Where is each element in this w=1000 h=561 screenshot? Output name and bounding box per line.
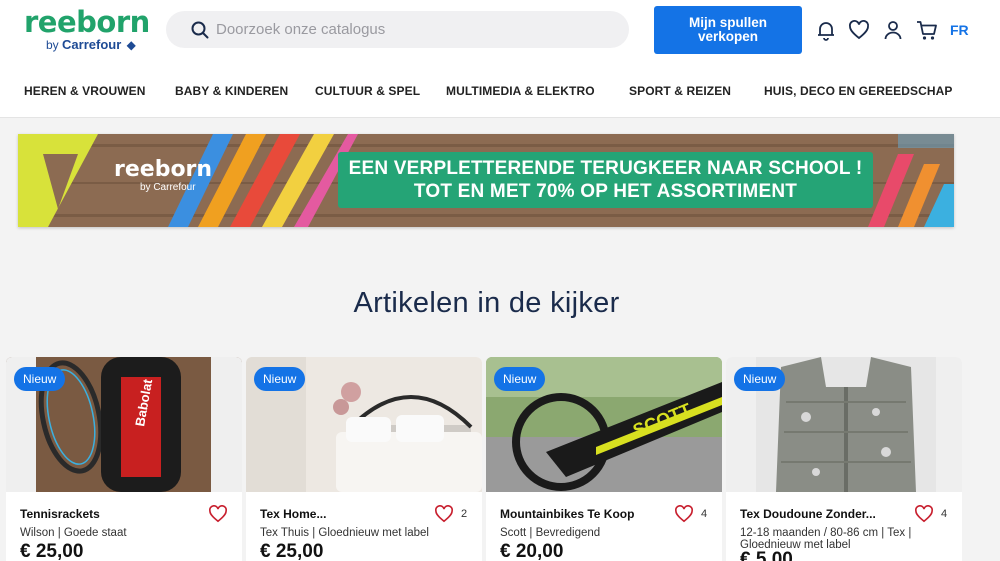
cart-icon[interactable] — [916, 19, 938, 41]
new-badge: Nieuw — [14, 367, 66, 391]
favorite-control[interactable] — [208, 504, 235, 524]
banner-logo-byline: by Carrefour — [140, 182, 196, 193]
product-price: € 25,00 — [260, 541, 324, 561]
heart-icon[interactable] — [848, 19, 870, 41]
bell-icon[interactable] — [815, 19, 837, 41]
new-badge: Nieuw — [734, 367, 786, 391]
product-card[interactable]: Nieuw Tex Doudoune Zonder... 12-18 maand… — [726, 357, 962, 561]
search-input[interactable] — [216, 17, 606, 42]
promo-banner[interactable]: reeborn by Carrefour EEN VERPLETTERENDE … — [18, 134, 954, 227]
logo-brand: Carrefour — [62, 37, 122, 52]
product-title[interactable]: Tennisrackets — [20, 507, 100, 521]
category-nav: HEREN & VROUWEN BABY & KINDEREN CULTUUR … — [0, 84, 1000, 104]
nav-item-multimedia-elektro[interactable]: MULTIMEDIA & ELEKTRO — [446, 84, 595, 98]
heart-icon[interactable] — [914, 505, 934, 523]
new-badge: Nieuw — [254, 367, 306, 391]
heart-icon[interactable] — [674, 505, 694, 523]
nav-item-heren-vrouwen[interactable]: HEREN & VROUWEN — [24, 84, 146, 98]
banner-headline: EEN VERPLETTERENDE TERUGKEER NAAR SCHOOL… — [338, 152, 873, 208]
nav-item-cultuur-spel[interactable]: CULTUUR & SPEL — [315, 84, 420, 98]
heart-icon[interactable] — [434, 505, 454, 523]
product-card[interactable]: Nieuw Tex Home... Tex Thuis | Gloednieuw… — [246, 357, 482, 561]
favorite-control[interactable]: 2 — [434, 504, 467, 524]
favorite-count: 2 — [461, 508, 468, 520]
product-card[interactable]: SCOTT Nieuw Mountainbikes Te Koop Scott … — [486, 357, 722, 561]
product-subtitle: Wilson | Goede staat — [20, 527, 127, 539]
product-price: € 5,00 — [740, 549, 793, 561]
banner-logo-wordmark: reeborn — [114, 157, 213, 182]
nav-item-baby-kinderen[interactable]: BABY & KINDEREN — [175, 84, 288, 98]
logo-wordmark: reeborn — [24, 5, 150, 39]
banner-line-2: TOT EN MET 70% OP HET ASSORTIMENT — [413, 181, 798, 202]
product-card[interactable]: Babolat Nieuw Tennisrackets Wilson | Goe… — [6, 357, 242, 561]
favorite-control[interactable]: 4 — [914, 504, 947, 524]
product-title[interactable]: Mountainbikes Te Koop — [500, 507, 634, 521]
carrefour-icon: ◆ — [126, 38, 136, 52]
product-subtitle: Scott | Bevredigend — [500, 527, 601, 539]
nav-item-huis-deco[interactable]: HUIS, DECO EN GEREEDSCHAP — [764, 84, 953, 98]
product-title[interactable]: Tex Home... — [260, 507, 326, 521]
language-switch[interactable]: FR — [950, 22, 969, 38]
new-badge: Nieuw — [494, 367, 546, 391]
reeborn-logo[interactable]: reeborn by Carrefour ◆ — [24, 5, 150, 56]
favorite-count: 4 — [941, 508, 948, 520]
user-icon[interactable] — [882, 19, 904, 41]
logo-byline: by Carrefour ◆ — [46, 37, 136, 53]
sell-items-button[interactable]: Mijn spullen verkopen — [654, 6, 802, 54]
product-subtitle: Tex Thuis | Gloednieuw met label — [260, 527, 429, 539]
product-title[interactable]: Tex Doudoune Zonder... — [740, 507, 876, 521]
heart-icon[interactable] — [208, 505, 228, 523]
banner-logo: reeborn by Carrefour — [114, 158, 212, 194]
favorite-control[interactable]: 4 — [674, 504, 707, 524]
nav-item-sport-reizen[interactable]: SPORT & REIZEN — [629, 84, 731, 98]
search-bar — [166, 11, 629, 48]
banner-line-1: EEN VERPLETTERENDE TERUGKEER NAAR SCHOOL… — [348, 158, 863, 179]
product-price: € 25,00 — [20, 541, 84, 561]
logo-by: by — [46, 38, 59, 52]
product-price: € 20,00 — [500, 541, 564, 561]
product-subtitle: 12-18 maanden / 80-86 cm | Tex | Gloedni… — [740, 527, 912, 551]
site-header: reeborn by Carrefour ◆ Mijn spullen verk… — [0, 0, 1000, 118]
featured-section-title: Artikelen in de kijker — [353, 287, 620, 319]
search-icon[interactable] — [191, 21, 209, 39]
favorite-count: 4 — [701, 508, 708, 520]
